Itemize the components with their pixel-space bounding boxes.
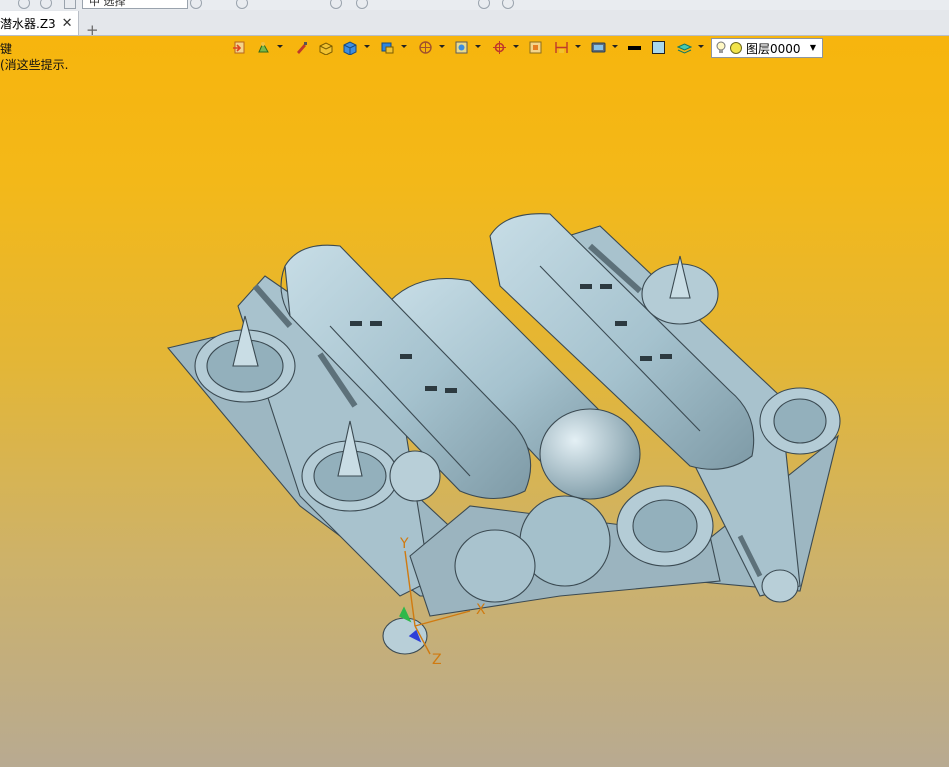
- undo-icon[interactable]: [18, 0, 30, 9]
- axis-z-label: Z: [432, 652, 442, 668]
- save-icon[interactable]: [64, 0, 76, 9]
- tool-icon[interactable]: [236, 0, 248, 9]
- document-tab[interactable]: 潜水器.Z3 ✕: [0, 11, 79, 35]
- foot-right: [761, 569, 799, 603]
- thruster-vertical-right: [616, 485, 714, 567]
- tool-icon[interactable]: [190, 0, 202, 9]
- filter-combo[interactable]: 中 选择: [82, 0, 188, 9]
- tool-icon[interactable]: [502, 0, 514, 9]
- graphics-viewport[interactable]: 键 (消这些提示. 图层0000 ▼ X Y Z: [0, 36, 949, 767]
- axis-x-label: X: [476, 602, 486, 618]
- light-left: [389, 450, 441, 502]
- thruster-bottom-left: [454, 529, 536, 603]
- thruster-right: [759, 387, 841, 455]
- document-tab-label: 潜水器.Z3: [0, 16, 56, 31]
- tool-icon[interactable]: [330, 0, 342, 9]
- close-icon[interactable]: ✕: [62, 16, 73, 31]
- camera-dome: [539, 408, 641, 500]
- tool-icon[interactable]: [356, 0, 368, 9]
- document-tab-bar: 潜水器.Z3 ✕ +: [0, 10, 949, 38]
- thruster-rear-right: [641, 255, 719, 325]
- redo-icon[interactable]: [40, 0, 52, 9]
- rov-3d-model[interactable]: X Y Z: [0, 36, 949, 767]
- axis-y-label: Y: [399, 536, 409, 552]
- tool-icon[interactable]: [478, 0, 490, 9]
